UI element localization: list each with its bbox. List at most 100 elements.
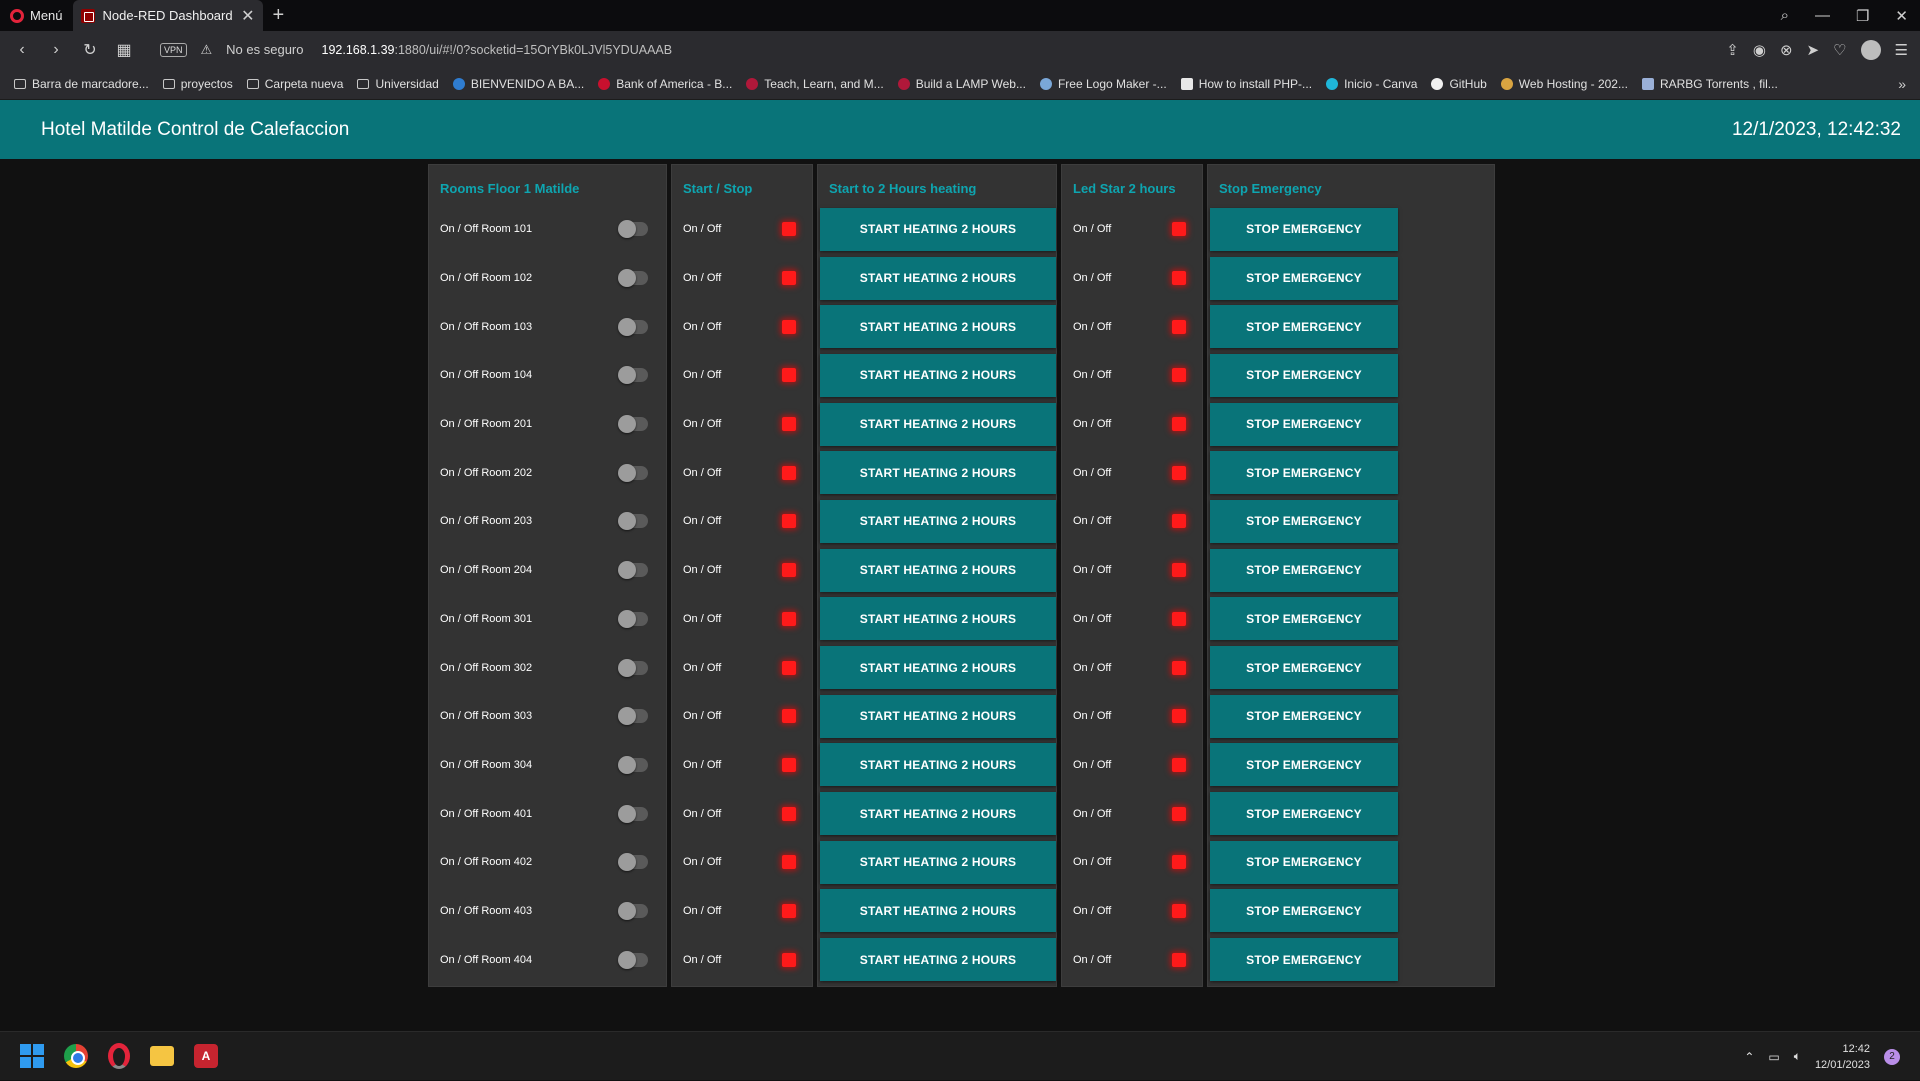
stop-emergency-button[interactable]: STOP EMERGENCY [1210,694,1398,738]
minimize-icon[interactable]: — [1815,7,1830,24]
start-heating-button[interactable]: START HEATING 2 HOURS [820,938,1056,982]
heart-icon[interactable]: ♡ [1833,41,1846,59]
toggle-switch[interactable] [618,707,648,726]
bookmark-item[interactable]: Free Logo Maker -... [1039,77,1167,91]
vpn-badge[interactable]: VPN [160,42,187,57]
opera-icon[interactable] [108,1043,130,1069]
start-heating-button[interactable]: START HEATING 2 HOURS [820,499,1056,543]
start-heating-button[interactable]: START HEATING 2 HOURS [820,353,1056,397]
stop-emergency-button[interactable]: STOP EMERGENCY [1210,402,1398,446]
file-explorer-icon[interactable] [150,1046,174,1066]
bookmark-item[interactable]: Carpeta nueva [246,77,343,91]
toggle-switch[interactable] [618,463,648,482]
start-heating-button[interactable]: START HEATING 2 HOURS [820,305,1056,349]
bookmark-item[interactable]: Barra de marcadore... [14,77,149,91]
volume-icon[interactable]: 🔈︎ [1794,1049,1801,1064]
bookmark-item[interactable]: How to install PHP-... [1180,77,1312,91]
reload-icon[interactable]: ↻ [80,40,100,60]
tray-clock[interactable]: 12:42 12/01/2023 [1815,1041,1870,1073]
chrome-icon[interactable] [64,1044,88,1068]
toggle-switch[interactable] [618,853,648,872]
stop-emergency-button[interactable]: STOP EMERGENCY [1210,938,1398,982]
status-led-icon [782,514,796,529]
forward-icon[interactable]: › [46,41,66,59]
start-heating-button[interactable]: START HEATING 2 HOURS [820,597,1056,641]
back-icon[interactable]: ‹ [12,41,32,59]
toggle-switch[interactable] [618,317,648,336]
stop-emergency-button[interactable]: STOP EMERGENCY [1210,353,1398,397]
start-heating-button[interactable]: START HEATING 2 HOURS [820,694,1056,738]
browser-menu-button[interactable]: Menú [0,0,73,31]
bookmark-item[interactable]: Bank of America - B... [598,77,732,91]
security-label[interactable]: No es seguro [226,42,303,57]
browser-tab[interactable]: Node-RED Dashboard ✕ [72,0,263,31]
notification-badge[interactable]: 2 [1884,1048,1900,1065]
stop-emergency-button[interactable]: STOP EMERGENCY [1210,548,1398,592]
bookmark-item[interactable]: RARBG Torrents , fil... [1641,77,1778,91]
start-heating-button[interactable]: START HEATING 2 HOURS [820,889,1056,933]
stop-emergency-button[interactable]: STOP EMERGENCY [1210,305,1398,349]
profile-avatar-icon[interactable] [1860,39,1881,60]
new-tab-icon[interactable]: + [263,4,295,27]
bookmark-item[interactable]: proyectos [162,77,233,91]
windows-start-icon[interactable] [20,1044,44,1068]
raspberry-icon [746,77,759,90]
close-window-icon[interactable]: ✕ [1895,7,1908,25]
stop-emergency-button[interactable]: STOP EMERGENCY [1210,792,1398,836]
search-tabs-icon[interactable]: ⌕ [1781,7,1789,24]
stop-emergency-button[interactable]: STOP EMERGENCY [1210,889,1398,933]
start-heating-button[interactable]: START HEATING 2 HOURS [820,792,1056,836]
toggle-switch[interactable] [618,269,648,288]
start-heating-button[interactable]: START HEATING 2 HOURS [820,548,1056,592]
tray-overflow-icon[interactable]: ⌃ [1744,1050,1754,1064]
send-icon[interactable]: ➤ [1807,41,1820,59]
start-heating-button[interactable]: START HEATING 2 HOURS [820,743,1056,787]
bookmark-item[interactable]: Teach, Learn, and M... [746,77,884,91]
raspberry-icon [897,77,910,90]
share-icon[interactable]: ⇪ [1726,41,1739,59]
toggle-switch[interactable] [618,220,648,239]
start-heating-button[interactable]: START HEATING 2 HOURS [820,207,1056,251]
start-heating-button[interactable]: START HEATING 2 HOURS [820,646,1056,690]
toggle-switch[interactable] [618,755,648,774]
toggle-switch[interactable] [618,512,648,531]
start-heating-button[interactable]: START HEATING 2 HOURS [820,256,1056,300]
tabs-grid-icon[interactable]: ▦ [114,40,134,60]
stop-emergency-button[interactable]: STOP EMERGENCY [1210,451,1398,495]
shield-icon[interactable]: ⊗ [1780,41,1793,59]
bookmark-item[interactable]: BIENVENIDO A BA... [452,77,584,91]
stop-emergency-button[interactable]: STOP EMERGENCY [1210,499,1398,543]
status-led-icon [782,806,796,821]
stop-emergency-button[interactable]: STOP EMERGENCY [1210,256,1398,300]
stop-emergency-button[interactable]: STOP EMERGENCY [1210,743,1398,787]
toggle-switch[interactable] [618,950,648,969]
bookmark-item[interactable]: Web Hosting - 202... [1500,77,1628,91]
camera-icon[interactable]: ◉ [1753,41,1766,59]
start-heating-button[interactable]: START HEATING 2 HOURS [820,451,1056,495]
bookmark-item[interactable]: GitHub [1431,77,1487,91]
url-field[interactable]: 192.168.1.39:1880/ui/#!/0?socketid=15OrY… [322,43,673,57]
stop-emergency-button[interactable]: STOP EMERGENCY [1210,597,1398,641]
bookmark-item[interactable]: Universidad [357,77,439,91]
more-bookmarks-icon[interactable]: » [1898,76,1906,92]
toggle-switch[interactable] [618,901,648,920]
stop-emergency-button[interactable]: STOP EMERGENCY [1210,646,1398,690]
toggle-switch[interactable] [618,658,648,677]
start-heating-button[interactable]: START HEATING 2 HOURS [820,840,1056,884]
stop-emergency-button[interactable]: STOP EMERGENCY [1210,840,1398,884]
restore-icon[interactable]: ❐ [1856,7,1869,25]
close-tab-icon[interactable]: ✕ [241,6,254,26]
toggle-switch[interactable] [618,415,648,434]
toggle-switch[interactable] [618,561,648,580]
bookmark-item[interactable]: Inicio - Canva [1326,77,1417,91]
toggle-switch[interactable] [618,366,648,385]
easy-setup-icon[interactable]: ☰ [1895,41,1908,59]
stop-emergency-button[interactable]: STOP EMERGENCY [1210,207,1398,251]
toggle-switch[interactable] [618,804,648,823]
start-heating-button[interactable]: START HEATING 2 HOURS [820,402,1056,446]
network-icon[interactable]: ▭ [1768,1050,1779,1064]
toggle-switch[interactable] [618,609,648,628]
autocad-icon[interactable]: A [194,1044,218,1068]
status-led-icon [782,611,796,626]
bookmark-item[interactable]: Build a LAMP Web... [897,77,1026,91]
